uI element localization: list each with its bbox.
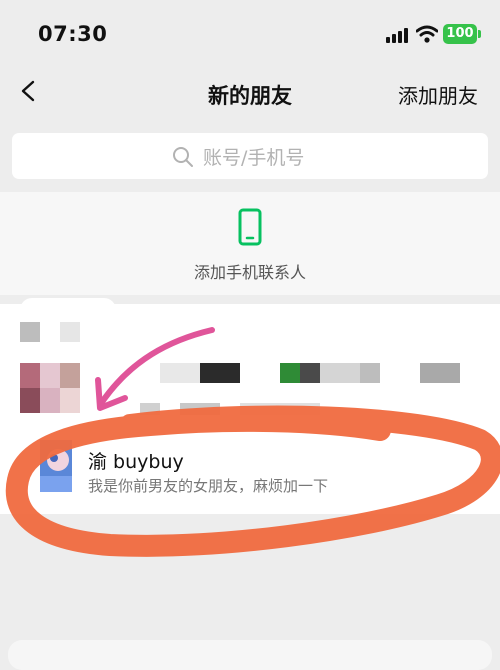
friend-request-name[interactable]: 渝 buybuy — [88, 447, 184, 474]
phone-icon — [238, 208, 262, 246]
redacted-message — [240, 403, 320, 415]
battery-tip — [478, 30, 481, 38]
redacted-block — [20, 322, 40, 342]
search-icon — [173, 147, 193, 167]
add-friend-button[interactable]: 添加朋友 — [398, 80, 478, 109]
redacted-block — [60, 322, 80, 342]
avatar-image — [40, 440, 72, 492]
redacted-name — [320, 363, 360, 383]
redacted-message — [180, 403, 220, 415]
add-phone-contacts-label: 添加手机联系人 — [193, 263, 306, 282]
status-time: 07:30 — [38, 22, 108, 46]
cellular-signal-icon — [386, 27, 410, 43]
avatar[interactable] — [40, 440, 72, 492]
section-pill — [20, 298, 116, 322]
wifi-icon — [416, 25, 438, 43]
search-placeholder: 账号/手机号 — [203, 147, 305, 169]
friend-request-message: 我是你前男友的女朋友，麻烦加一下 — [88, 477, 329, 495]
redacted-message — [140, 403, 160, 415]
redacted-name — [200, 363, 240, 383]
redacted-name — [300, 363, 320, 383]
battery-icon: 100 — [443, 24, 477, 44]
bottom-card — [8, 640, 492, 670]
redacted-name — [160, 363, 200, 383]
redacted-name — [420, 363, 460, 383]
redacted-name — [360, 363, 380, 383]
avatar[interactable] — [20, 363, 80, 413]
redacted-name — [280, 363, 300, 383]
